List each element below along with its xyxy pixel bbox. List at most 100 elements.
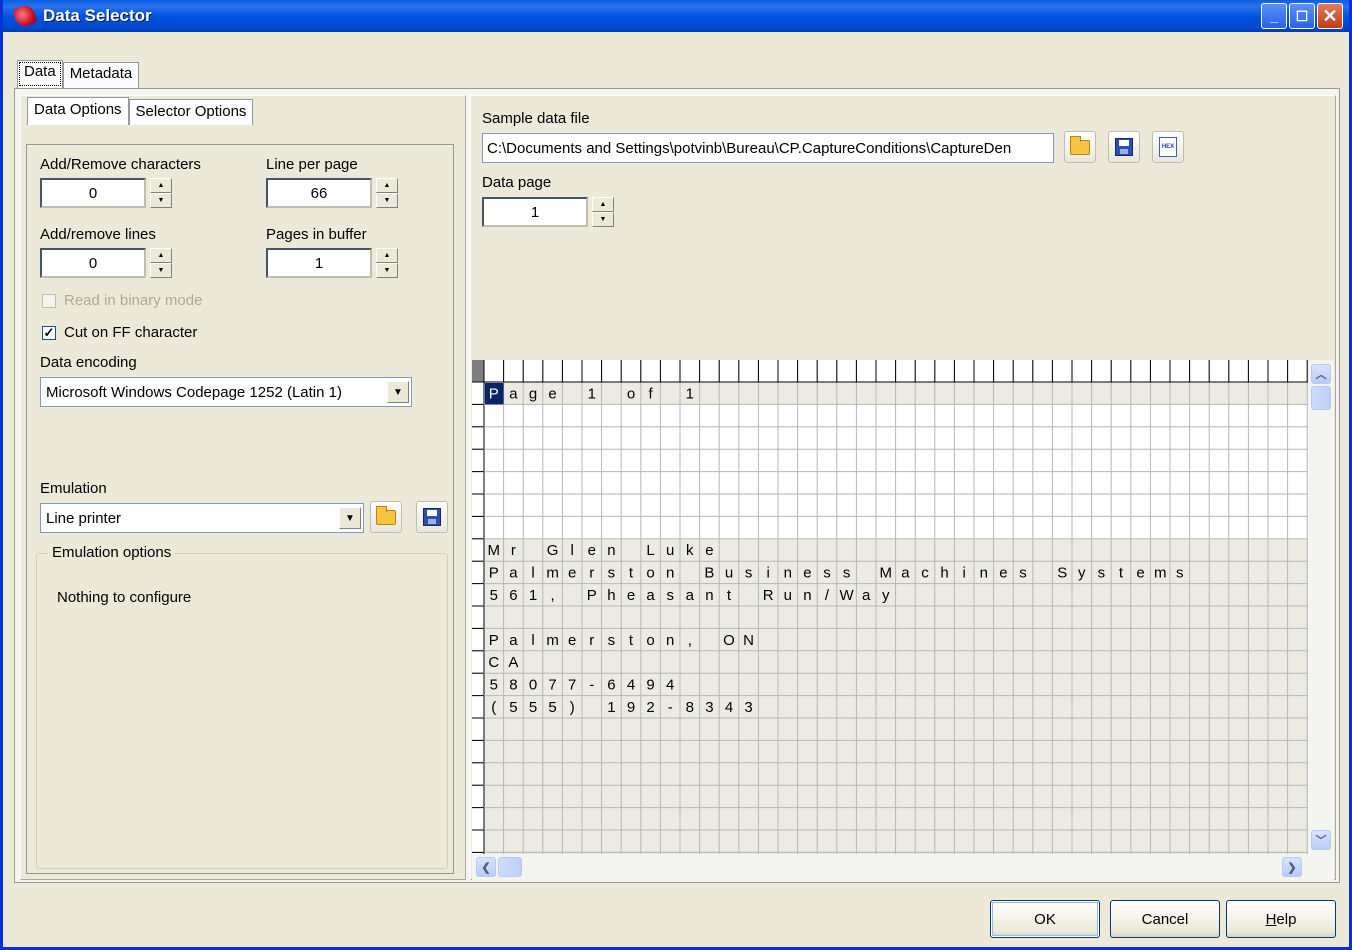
vertical-scrollbar[interactable]: ︿ ﹀ bbox=[1308, 360, 1334, 854]
read-binary-box[interactable] bbox=[42, 293, 56, 308]
vertical-scroll-thumb[interactable] bbox=[1311, 386, 1331, 410]
data-grid-canvas[interactable]: Pa g e 1 o f 1M r Gl e n Lu k eP a l m e r s t o n Bu s i n e s s Ma c h… bbox=[472, 360, 1308, 854]
grid-char: l bbox=[531, 565, 534, 582]
grid-char: n bbox=[980, 565, 988, 582]
add-remove-lines-input[interactable]: 0 bbox=[40, 248, 146, 278]
chevron-down-icon[interactable]: ▼ bbox=[339, 507, 361, 529]
read-binary-checkbox[interactable]: Read in binary mode bbox=[42, 292, 202, 309]
data-grid[interactable]: Page1of1MrGlenLukePalmerstonBusinessMach… bbox=[472, 360, 1308, 854]
grid-char: s bbox=[1019, 565, 1027, 582]
tab-data[interactable]: Data bbox=[17, 60, 63, 88]
grid-char: r bbox=[511, 542, 516, 559]
line-per-page-input[interactable]: 66 bbox=[266, 178, 372, 208]
grid-char: l bbox=[571, 542, 574, 559]
grid-char: P bbox=[587, 587, 597, 604]
sample-file-input[interactable]: C:\Documents and Settings\potvinb\Bureau… bbox=[482, 133, 1054, 163]
data-page-input[interactable]: 1 bbox=[482, 197, 588, 227]
spin-up-icon[interactable]: ▲ bbox=[150, 248, 172, 263]
grid-char: - bbox=[668, 699, 673, 716]
save-sample-button[interactable] bbox=[1108, 131, 1140, 163]
grid-char: 1 bbox=[607, 699, 615, 716]
hex-view-button[interactable]: HEX bbox=[1152, 131, 1184, 163]
tab-selector-options[interactable]: Selector Options bbox=[128, 99, 254, 125]
open-sample-button[interactable] bbox=[1064, 131, 1096, 163]
spin-down-icon[interactable]: ▼ bbox=[150, 263, 172, 278]
grid-char: 5 bbox=[529, 699, 537, 716]
grid-char: 5 bbox=[509, 699, 517, 716]
close-button[interactable]: ✕ bbox=[1317, 3, 1343, 29]
open-emulation-button[interactable] bbox=[370, 501, 402, 533]
horizontal-scroll-thumb[interactable] bbox=[498, 857, 522, 877]
chevron-down-icon[interactable]: ▼ bbox=[387, 381, 409, 403]
save-emulation-button[interactable] bbox=[416, 501, 448, 533]
save-disk-icon bbox=[1115, 138, 1133, 156]
grid-char: 5 bbox=[548, 699, 556, 716]
grid-char: m bbox=[546, 632, 559, 649]
grid-char: , bbox=[688, 632, 692, 649]
grid-char: e bbox=[568, 565, 576, 582]
grid-char: m bbox=[546, 565, 559, 582]
grid-char: P bbox=[489, 385, 499, 402]
tab-data-options[interactable]: Data Options bbox=[27, 97, 129, 125]
spin-down-icon[interactable]: ▼ bbox=[376, 263, 398, 278]
help-button[interactable]: Help bbox=[1226, 900, 1336, 938]
data-encoding-label: Data encoding bbox=[40, 354, 137, 371]
tab-metadata[interactable]: Metadata bbox=[62, 62, 140, 88]
data-page-label: Data page bbox=[482, 174, 552, 191]
horizontal-scrollbar[interactable]: ❮ ❯ bbox=[472, 854, 1334, 880]
grid-char: s bbox=[608, 565, 616, 582]
window-title: Data Selector bbox=[43, 6, 152, 25]
grid-char: - bbox=[589, 677, 594, 694]
grid-char: A bbox=[508, 654, 518, 671]
line-per-page-label: Line per page bbox=[266, 156, 358, 173]
grid-char: r bbox=[589, 632, 594, 649]
scroll-down-icon[interactable]: ﹀ bbox=[1311, 830, 1331, 850]
title-bar[interactable]: Data Selector _ ☐ ✕ bbox=[3, 0, 1349, 32]
grid-char: e bbox=[1136, 565, 1144, 582]
spin-up-icon[interactable]: ▲ bbox=[150, 178, 172, 193]
checkmark-icon[interactable]: ✓ bbox=[42, 325, 56, 340]
ok-button[interactable]: OK bbox=[990, 900, 1100, 938]
scroll-right-icon[interactable]: ❯ bbox=[1282, 857, 1302, 877]
grid-char: ) bbox=[570, 699, 575, 716]
help-mnemonic: H bbox=[1265, 910, 1277, 928]
grid-char: S bbox=[1057, 565, 1067, 582]
cut-ff-label: Cut on FF character bbox=[64, 324, 198, 341]
grid-char: P bbox=[489, 632, 499, 649]
grid-char: 6 bbox=[509, 587, 517, 604]
scroll-left-icon[interactable]: ❮ bbox=[476, 857, 496, 877]
grid-char: e bbox=[803, 565, 811, 582]
grid-char: N bbox=[743, 632, 754, 649]
add-remove-lines-spinner: 0 ▲ ▼ bbox=[40, 248, 172, 278]
grid-char: n bbox=[666, 632, 674, 649]
data-page-spinner: 1 ▲ ▼ bbox=[482, 197, 614, 227]
spin-down-icon[interactable]: ▼ bbox=[592, 212, 614, 227]
pages-in-buffer-spinner: 1 ▲ ▼ bbox=[266, 248, 398, 278]
grid-char: i bbox=[767, 565, 770, 582]
grid-char: s bbox=[843, 565, 851, 582]
grid-char: s bbox=[608, 632, 616, 649]
scroll-up-icon[interactable]: ︿ bbox=[1311, 364, 1331, 384]
grid-char: P bbox=[489, 565, 499, 582]
emulation-value: Line printer bbox=[46, 509, 122, 527]
minimize-button[interactable]: _ bbox=[1261, 3, 1287, 29]
pages-in-buffer-input[interactable]: 1 bbox=[266, 248, 372, 278]
grid-char: a bbox=[901, 565, 910, 582]
grid-char: m bbox=[1154, 565, 1167, 582]
spin-down-icon[interactable]: ▼ bbox=[376, 193, 398, 208]
spin-up-icon[interactable]: ▲ bbox=[376, 248, 398, 263]
add-remove-chars-input[interactable]: 0 bbox=[40, 178, 146, 208]
data-encoding-select[interactable]: Microsoft Windows Codepage 1252 (Latin 1… bbox=[40, 377, 412, 407]
grid-char: n bbox=[803, 587, 811, 604]
spin-up-icon[interactable]: ▲ bbox=[376, 178, 398, 193]
grid-char: 3 bbox=[705, 699, 713, 716]
spin-up-icon[interactable]: ▲ bbox=[592, 197, 614, 212]
pages-in-buffer-label: Pages in buffer bbox=[266, 226, 367, 243]
spin-down-icon[interactable]: ▼ bbox=[150, 193, 172, 208]
cancel-button[interactable]: Cancel bbox=[1110, 900, 1220, 938]
cut-ff-checkbox[interactable]: ✓ Cut on FF character bbox=[42, 324, 197, 341]
maximize-button[interactable]: ☐ bbox=[1289, 3, 1315, 29]
grid-char: ( bbox=[491, 699, 496, 716]
emulation-select[interactable]: Line printer ▼ bbox=[40, 503, 364, 533]
grid-char: e bbox=[999, 565, 1007, 582]
